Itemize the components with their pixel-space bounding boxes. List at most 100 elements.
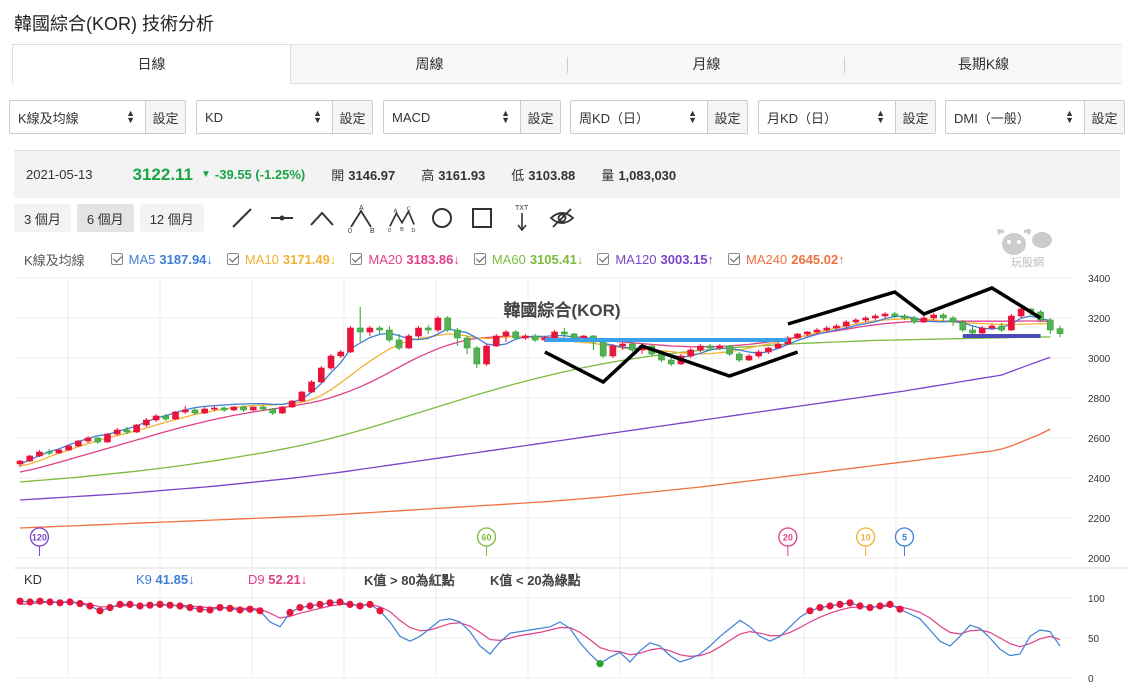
candle-down [240,406,247,411]
candle-up [249,406,257,411]
kd-red-dot [886,600,894,609]
candle-up [745,355,753,361]
candle-down [910,317,918,323]
candle-down [454,329,461,339]
candle-down [969,329,976,334]
candle-up [697,345,704,351]
kd-red-dot [86,602,94,610]
candle-up [308,381,315,393]
ma-marker-label: 20 [783,533,793,543]
kd-red-dot [226,604,234,613]
kd-red-dot [806,607,814,615]
candle-up [75,440,82,447]
candle-down [949,317,957,323]
candle-down [901,315,908,319]
candle-up [84,437,92,442]
kd-y-tick-label: 0 [1088,674,1094,685]
kd-red-dot [256,607,264,615]
candle-down [560,331,568,335]
candle-up [794,333,801,339]
kd-red-dot [866,604,874,612]
candle-down [162,415,170,420]
candle-up [930,314,937,319]
candle-down [386,329,393,341]
candle-up [26,455,34,462]
candle-down [424,327,432,331]
candle-up [765,347,772,353]
candle-down [463,337,471,349]
candle-up [152,415,160,421]
candle-up [551,331,558,339]
candle-up [502,331,510,337]
candle-down [1046,319,1054,331]
candle-down [356,327,364,333]
candle-down [959,321,967,331]
kd-red-dot [96,607,104,615]
candle-down [735,353,743,361]
k9-name: K9 [136,571,152,587]
candle-down [940,314,947,319]
kd-red-dot [366,600,374,609]
kd-green-dot [596,660,604,668]
d9-name: D9 [248,571,265,587]
candle-up [65,445,72,451]
candle-down [259,406,267,410]
candle-up [172,411,179,420]
candle-down [1056,328,1064,334]
ma-marker-label: 5 [902,533,907,543]
kd-red-dot [836,600,844,609]
ma-marker-label: 60 [482,533,492,543]
kd-red-dot [876,602,884,610]
ma-marker-label: 10 [861,533,871,543]
candle-up [143,419,150,426]
candle-up [288,400,296,408]
candle-up [978,327,986,334]
candle-down [123,429,131,433]
kd-red-dot [346,600,354,609]
kd-red-dot [106,604,114,612]
kd-red-dot [896,605,904,613]
candle-up [181,409,189,413]
candle-up [317,367,325,383]
kd-title: KD [24,571,43,587]
kd-red-dot [46,598,54,606]
kd-red-dot [136,602,144,610]
candle-down [395,339,403,349]
candle-down [94,437,102,443]
candle-down [220,407,228,411]
candle-down [629,343,636,351]
d9-value: 52.21 [268,571,301,587]
kd-red-dot [246,605,254,613]
candle-down [706,345,714,349]
candle-up [347,327,354,353]
candle-up [211,407,218,410]
candle-down [45,451,53,454]
candle-up [113,429,121,435]
kd-red-dot [76,600,84,608]
kd-red-dot [356,602,364,610]
candle-up [201,408,208,414]
candle-up [687,349,694,357]
kd-note-green: K值 < 20為綠點 [490,572,581,588]
candle-up [16,460,24,465]
candle-down [269,408,277,414]
kd-red-dot [156,600,164,609]
candle-up [609,345,617,357]
kd-red-dot [176,602,184,610]
kd-red-dot [166,601,174,609]
candle-up [755,351,763,357]
kd-red-dot [36,597,44,605]
candle-up [842,321,850,327]
y-tick-label: 2600 [1088,434,1111,445]
y-tick-label: 3400 [1088,274,1111,285]
kd-red-dot [116,600,124,609]
candle-up [104,433,111,443]
candle-down [667,359,675,365]
d9-arrow: ↓ [300,571,308,587]
k9-value: 41.85 [155,571,189,587]
candle-up [872,315,879,319]
kd-red-dot [196,605,204,613]
ma-marker-label: 120 [32,533,47,543]
y-tick-label: 3000 [1088,354,1111,365]
kd-red-dot [846,599,854,607]
